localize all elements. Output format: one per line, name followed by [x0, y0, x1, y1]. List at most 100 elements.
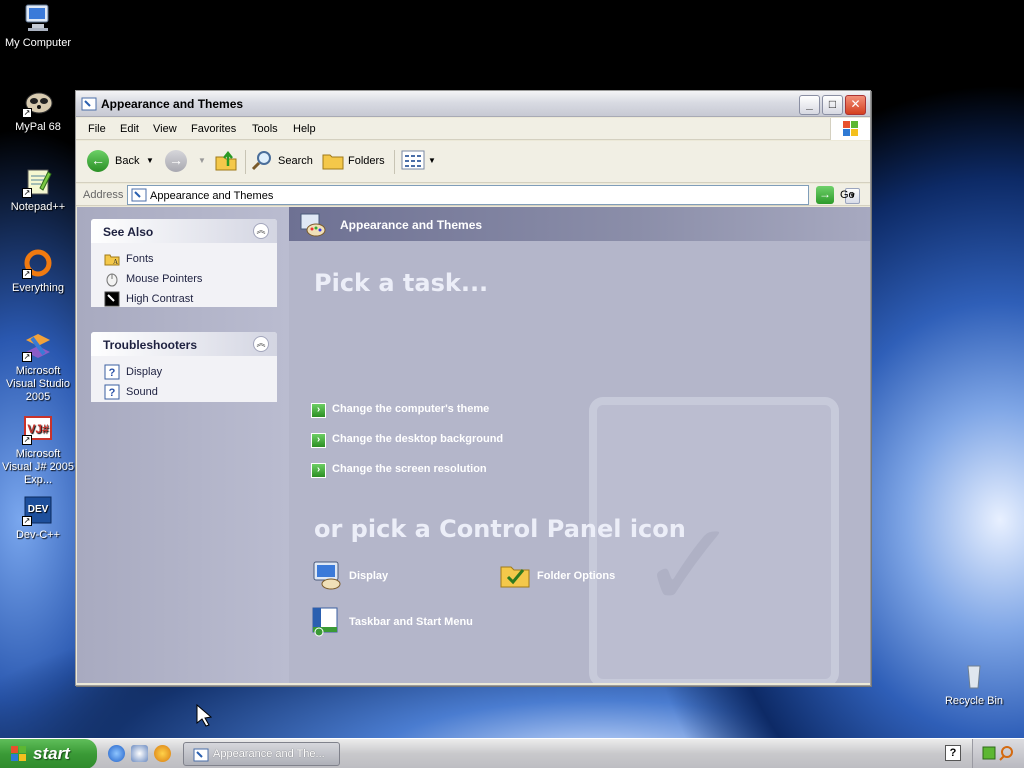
- network-icon[interactable]: [982, 746, 996, 760]
- pick-task-heading: Pick a task...: [314, 269, 489, 297]
- troubleshooter-item-sound[interactable]: ? Sound: [91, 382, 277, 402]
- address-label: Address: [83, 189, 124, 201]
- address-value: Appearance and Themes: [150, 190, 274, 202]
- svg-text:A: A: [113, 258, 118, 266]
- menu-edit[interactable]: Edit: [120, 123, 139, 135]
- toolbar-separator: [245, 150, 246, 174]
- see-also-item-label: Fonts: [126, 253, 154, 265]
- internet-explorer-icon[interactable]: [108, 745, 125, 762]
- shortcut-arrow-icon: ↗: [22, 516, 32, 526]
- see-also-item-high-contrast[interactable]: High Contrast: [91, 289, 277, 309]
- desktop-icon-label: My Computer: [4, 37, 72, 49]
- collapse-chevron-icon[interactable]: ︽: [253, 223, 269, 239]
- desktop-icon-visual-jsharp[interactable]: VJ# ↗ Microsoft Visual J# 2005 Exp...: [0, 413, 76, 487]
- desktop-icon-mypal[interactable]: ↗ MyPal 68: [0, 86, 76, 134]
- go-button[interactable]: → Go: [816, 186, 866, 204]
- search-button[interactable]: Search: [250, 148, 314, 174]
- desktop-icon-label: Notepad++: [10, 201, 66, 213]
- task-arrow-icon: ›: [311, 403, 326, 418]
- shortcut-arrow-icon: ↗: [22, 435, 32, 445]
- pick-icon-heading: or pick a Control Panel icon: [314, 515, 686, 543]
- desktop-icon-label: Everything: [12, 282, 64, 294]
- menu-view[interactable]: View: [153, 123, 177, 135]
- notepad-plus-plus-icon: ↗: [22, 166, 54, 198]
- see-also-item-label: Mouse Pointers: [126, 273, 203, 285]
- desktop-icon-recycle-bin[interactable]: Recycle Bin: [936, 660, 1012, 708]
- help-icon[interactable]: ?: [945, 745, 961, 761]
- system-tray: [972, 739, 1024, 768]
- task-label: Change the desktop background: [332, 433, 504, 445]
- desktop-icon-notepad-plus-plus[interactable]: ↗ Notepad++: [0, 166, 76, 214]
- cp-icon-display[interactable]: Display: [311, 559, 421, 593]
- folders-button[interactable]: Folders: [321, 148, 387, 174]
- fonts-folder-icon: A: [104, 251, 120, 267]
- windows-logo-icon: [830, 118, 870, 140]
- menu-file[interactable]: File: [88, 123, 106, 135]
- desktop-icon-my-computer[interactable]: My Computer: [0, 2, 76, 50]
- desktop-icon-label: Dev-C++: [15, 529, 61, 541]
- troubleshooter-item-display[interactable]: ? Display: [91, 362, 277, 382]
- menu-favorites[interactable]: Favorites: [191, 123, 236, 135]
- explorer-window: Appearance and Themes _ □ ✕ File Edit Vi…: [75, 90, 871, 686]
- troubleshooter-item-label: Display: [126, 366, 163, 378]
- shortcut-arrow-icon: ↗: [22, 188, 32, 198]
- shortcut-arrow-icon: ↗: [22, 269, 32, 279]
- forward-button[interactable]: → ▼: [165, 148, 206, 174]
- address-input[interactable]: Appearance and Themes ▼: [127, 185, 860, 205]
- menu-help[interactable]: Help: [293, 123, 316, 135]
- desktop-icon-dev-cpp[interactable]: DEV ↗ Dev-C++: [0, 494, 76, 542]
- see-also-item-mouse-pointers[interactable]: Mouse Pointers: [91, 269, 277, 289]
- taskbar-window-label: Appearance and The...: [213, 748, 325, 760]
- up-folder-icon: [215, 150, 237, 171]
- visual-studio-icon: ↗: [22, 330, 54, 362]
- title-bar[interactable]: Appearance and Themes _ □ ✕: [76, 91, 870, 117]
- troubleshooters-header[interactable]: Troubleshooters ︽: [91, 332, 277, 356]
- back-label: Back: [115, 155, 140, 167]
- mypal-raccoon-icon: ↗: [22, 86, 54, 118]
- taskbar-icon: [311, 605, 343, 637]
- desktop-icon-label: Recycle Bin: [944, 695, 1004, 707]
- search-tray-icon[interactable]: [999, 746, 1013, 761]
- taskbar-window-button[interactable]: Appearance and The...: [183, 742, 340, 766]
- see-also-item-fonts[interactable]: A Fonts: [91, 249, 277, 269]
- go-label: Go: [840, 189, 855, 201]
- go-arrow-icon: →: [816, 186, 834, 204]
- window-title: Appearance and Themes: [101, 97, 244, 111]
- show-desktop-icon[interactable]: [131, 745, 148, 762]
- cp-icon-folder-options[interactable]: Folder Options: [499, 559, 639, 593]
- chevron-down-icon: ▼: [198, 156, 206, 165]
- views-button[interactable]: ▼: [401, 148, 437, 174]
- everything-search-icon: ↗: [22, 247, 54, 279]
- chevron-down-icon[interactable]: ▼: [146, 156, 154, 165]
- task-pane: See Also ︽ A Fonts Mouse Pointers High C…: [77, 207, 289, 683]
- maximize-button[interactable]: □: [822, 95, 843, 115]
- media-player-icon[interactable]: [154, 745, 171, 762]
- close-button[interactable]: ✕: [845, 95, 866, 115]
- up-folder-button[interactable]: [214, 148, 240, 174]
- start-button[interactable]: start: [0, 739, 97, 768]
- desktop-icon-visual-studio[interactable]: ↗ Microsoft Visual Studio 2005: [0, 330, 76, 404]
- desktop-icon-everything[interactable]: ↗ Everything: [0, 247, 76, 295]
- troubleshooters-title: Troubleshooters: [103, 338, 198, 352]
- category-header: Appearance and Themes: [289, 207, 870, 241]
- collapse-chevron-icon[interactable]: ︽: [253, 336, 269, 352]
- desktop-icon-label: Microsoft Visual Studio 2005: [5, 365, 70, 403]
- folders-icon: [322, 154, 344, 170]
- menu-tools[interactable]: Tools: [252, 123, 278, 135]
- appearance-themes-icon: [299, 211, 327, 239]
- control-panel-icon: [193, 747, 209, 763]
- see-also-header[interactable]: See Also ︽: [91, 219, 277, 243]
- task-arrow-icon: ›: [311, 433, 326, 448]
- cp-icon-label: Folder Options: [537, 570, 616, 582]
- minimize-button[interactable]: _: [799, 95, 820, 115]
- back-button[interactable]: ← Back ▼: [87, 148, 155, 174]
- troubleshooters-panel: Troubleshooters ︽ ? Display ? Sound: [91, 332, 277, 402]
- cp-icon-taskbar-start-menu[interactable]: Taskbar and Start Menu: [311, 605, 501, 639]
- dev-cpp-icon: DEV ↗: [22, 494, 54, 526]
- search-icon: [251, 151, 271, 171]
- shortcut-arrow-icon: ↗: [22, 352, 32, 362]
- visual-jsharp-icon: VJ# ↗: [22, 413, 54, 445]
- high-contrast-icon: [104, 291, 120, 307]
- chevron-down-icon[interactable]: ▼: [428, 156, 436, 165]
- my-computer-icon: [22, 2, 54, 34]
